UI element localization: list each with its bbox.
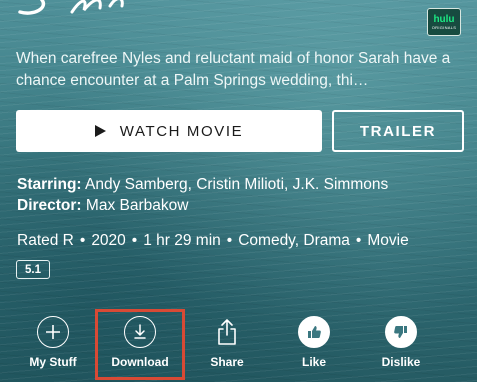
- like-label: Like: [301, 355, 326, 369]
- year: 2020: [91, 232, 126, 249]
- like-button[interactable]: Like: [294, 316, 334, 369]
- movie-description[interactable]: When carefree Nyles and reluctant maid o…: [16, 48, 466, 92]
- starring-value: Andy Samberg, Cristin Milioti, J.K. Simm…: [85, 176, 389, 193]
- download-icon: [124, 316, 156, 348]
- badge-subtitle: ORIGINALS: [431, 24, 457, 30]
- director-label: Director:: [17, 197, 82, 214]
- download-button[interactable]: Download: [108, 316, 172, 369]
- trailer-label: TRAILER: [359, 122, 437, 140]
- director-value: Max Barbakow: [85, 197, 189, 214]
- separator: •: [79, 232, 86, 249]
- content-type: Movie: [367, 232, 409, 249]
- share-icon: [211, 316, 243, 348]
- starring-label: Starring:: [17, 176, 82, 193]
- director-row: Director: Max Barbakow: [17, 195, 388, 216]
- separator: •: [355, 232, 362, 249]
- genres: Comedy, Drama: [238, 232, 350, 249]
- audio-5-1-badge: 5.1: [16, 260, 50, 279]
- hulu-originals-badge: hulu ORIGINALS: [427, 8, 461, 36]
- badge-brand: hulu: [433, 13, 455, 25]
- dislike-button[interactable]: Dislike: [376, 316, 426, 369]
- rating: Rated R: [17, 232, 74, 249]
- thumbs-down-icon: [385, 316, 417, 348]
- share-label: Share: [210, 355, 244, 369]
- starring-row: Starring: Andy Samberg, Cristin Milioti,…: [17, 174, 388, 195]
- plus-icon: [37, 316, 69, 348]
- credits: Starring: Andy Samberg, Cristin Milioti,…: [17, 174, 388, 216]
- play-icon: [94, 125, 106, 137]
- my-stuff-button[interactable]: My Stuff: [25, 316, 81, 369]
- trailer-button[interactable]: TRAILER: [332, 110, 464, 152]
- duration: 1 hr 29 min: [143, 232, 221, 249]
- separator: •: [131, 232, 138, 249]
- dislike-label: Dislike: [381, 355, 421, 369]
- separator: •: [226, 232, 233, 249]
- share-button[interactable]: Share: [204, 316, 250, 369]
- my-stuff-label: My Stuff: [29, 355, 77, 369]
- watch-movie-button[interactable]: WATCH MOVIE: [16, 110, 322, 152]
- title-logo-fragment: [18, 0, 124, 15]
- movie-meta: Rated R • 2020 • 1 hr 29 min • Comedy, Drama • M…: [17, 231, 409, 251]
- watch-movie-label: WATCH MOVIE: [119, 122, 244, 140]
- download-label: Download: [111, 355, 169, 369]
- thumbs-up-icon: [298, 316, 330, 348]
